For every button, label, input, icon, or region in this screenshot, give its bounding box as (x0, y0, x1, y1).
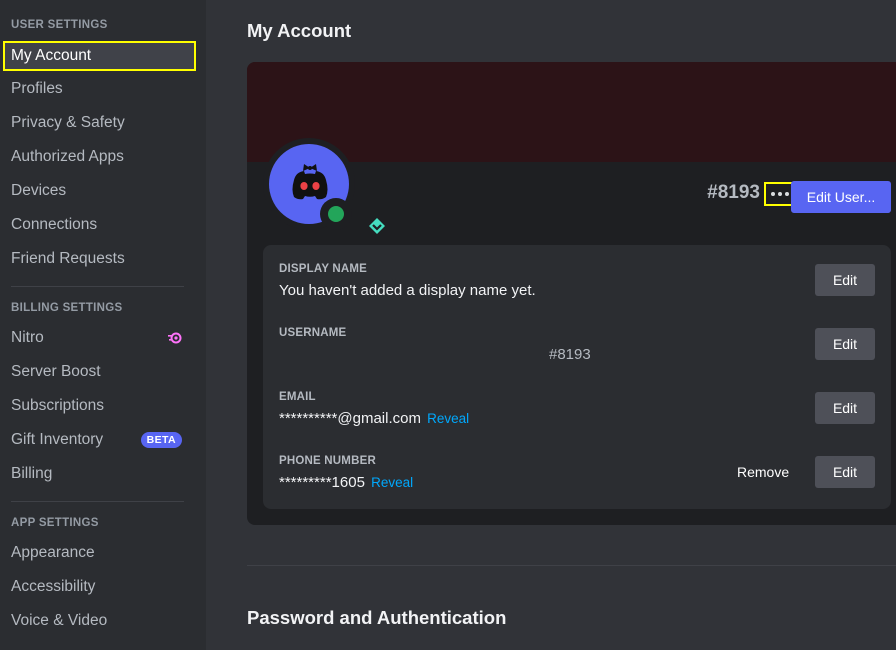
sidebar-item-accessibility[interactable]: Accessibility (3, 572, 196, 602)
edit-display-name-button[interactable]: Edit (815, 264, 875, 296)
profile-banner (247, 62, 896, 162)
edit-phone-button[interactable]: Edit (815, 456, 875, 488)
sidebar-item-label: Gift Inventory (11, 431, 104, 448)
online-status-icon (328, 206, 344, 222)
remove-phone-button[interactable]: Remove (737, 456, 789, 488)
email-label: EMAIL (279, 391, 316, 403)
sidebar-item-privacy-safety[interactable]: Privacy & Safety (3, 108, 196, 138)
account-profile-card: #8193 Edit User... DISPLAY NAME You have… (247, 62, 896, 525)
display-name-label: DISPLAY NAME (279, 263, 368, 275)
sidebar-item-gift-inventory[interactable]: Gift Inventory BETA (3, 425, 196, 455)
hypesquad-badge-icon[interactable] (367, 216, 387, 236)
user-settings-header: USER SETTINGS (11, 19, 108, 31)
dot-icon (778, 192, 782, 196)
username-value: #8193 (549, 346, 591, 363)
sidebar-item-profiles[interactable]: Profiles (3, 74, 196, 104)
reveal-phone-link[interactable]: Reveal (371, 475, 413, 490)
sidebar-item-voice-video[interactable]: Voice & Video (3, 606, 196, 636)
phone-number-value: *********1605 (279, 474, 365, 491)
sidebar-item-server-boost[interactable]: Server Boost (3, 357, 196, 387)
section-divider (247, 565, 896, 566)
dot-icon (771, 192, 775, 196)
sidebar-item-my-account[interactable]: My Account (3, 41, 196, 71)
edit-user-profile-button[interactable]: Edit User... (791, 181, 891, 213)
billing-settings-header: BILLING SETTINGS (11, 302, 123, 314)
password-authentication-heading: Password and Authentication (247, 607, 507, 628)
sidebar-divider (11, 286, 184, 287)
dot-icon (785, 192, 789, 196)
user-tag: #8193 (707, 182, 760, 203)
sidebar-item-authorized-apps[interactable]: Authorized Apps (3, 142, 196, 172)
reveal-email-link[interactable]: Reveal (427, 411, 469, 426)
email-value-row: **********@gmail.com Reveal (279, 410, 469, 427)
sidebar-divider (11, 501, 184, 502)
sidebar-item-connections[interactable]: Connections (3, 210, 196, 240)
phone-value-row: *********1605 Reveal (279, 474, 413, 491)
account-info-box: DISPLAY NAME You haven't added a display… (263, 245, 891, 509)
nitro-icon (168, 332, 182, 344)
edit-username-button[interactable]: Edit (815, 328, 875, 360)
settings-sidebar: USER SETTINGS My Account Profiles Privac… (0, 0, 206, 650)
sidebar-item-appearance[interactable]: Appearance (3, 538, 196, 568)
phone-number-label: PHONE NUMBER (279, 455, 376, 467)
sidebar-item-subscriptions[interactable]: Subscriptions (3, 391, 196, 421)
username-label: USERNAME (279, 327, 347, 339)
page-title: My Account (247, 20, 352, 41)
display-name-value: You haven't added a display name yet. (279, 282, 536, 299)
sidebar-item-friend-requests[interactable]: Friend Requests (3, 244, 196, 274)
beta-badge: BETA (140, 432, 182, 448)
sidebar-item-devices[interactable]: Devices (3, 176, 196, 206)
sidebar-item-nitro[interactable]: Nitro (3, 323, 196, 353)
email-value: **********@gmail.com (279, 410, 421, 427)
sidebar-item-label: Nitro (11, 329, 44, 346)
app-settings-header: APP SETTINGS (11, 517, 99, 529)
sidebar-item-billing[interactable]: Billing (3, 459, 196, 489)
edit-email-button[interactable]: Edit (815, 392, 875, 424)
